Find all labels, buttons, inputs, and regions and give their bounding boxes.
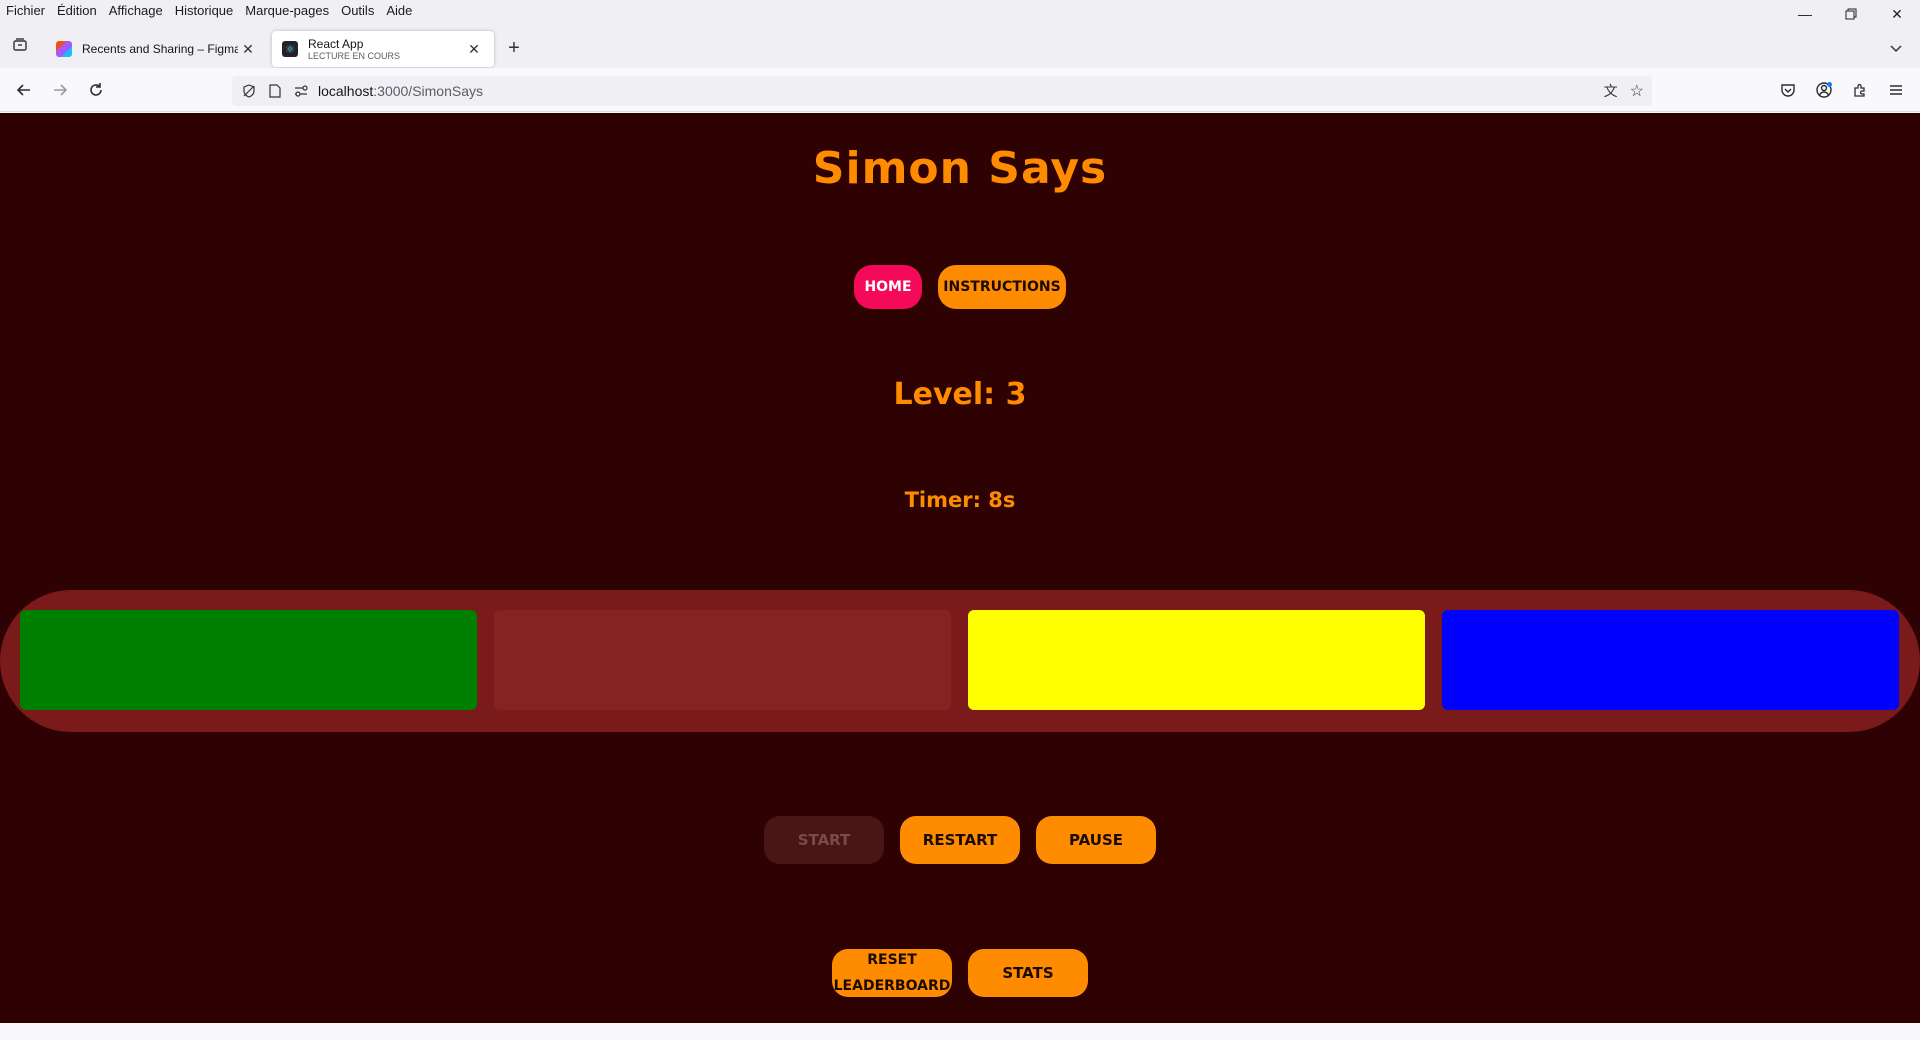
tab-figma[interactable]: Recents and Sharing – Figma ✕ (46, 31, 268, 67)
close-icon[interactable]: ✕ (238, 39, 258, 59)
menu-tools[interactable]: Outils (335, 1, 380, 21)
permissions-icon[interactable] (292, 82, 310, 100)
navigation-bar: localhost:3000/SimonSays 文 ☆ (0, 68, 1920, 112)
bookmark-star-icon[interactable]: ☆ (1630, 81, 1644, 101)
extensions-icon[interactable] (1848, 78, 1872, 102)
instructions-button[interactable]: INSTRUCTIONS (938, 265, 1066, 309)
tab-title: Recents and Sharing – Figma (82, 42, 238, 56)
menu-file[interactable]: Fichier (0, 1, 51, 21)
reset-leaderboard-button[interactable]: RESET LEADERBOARD (832, 949, 952, 997)
menu-help[interactable]: Aide (380, 1, 418, 21)
yellow-pad[interactable] (968, 610, 1425, 710)
forward-arrow-icon[interactable] (48, 78, 72, 102)
url-bar[interactable]: localhost:3000/SimonSays 文 ☆ (232, 76, 1652, 106)
tab-title: React App (308, 36, 364, 51)
menu-edit[interactable]: Édition (51, 1, 103, 21)
pause-button[interactable]: PAUSE (1036, 816, 1156, 864)
menu-bar: Fichier Édition Affichage Historique Mar… (0, 0, 1920, 22)
reload-icon[interactable] (84, 78, 108, 102)
level-display: Level: 3 (893, 377, 1027, 412)
tab-playing-label: LECTURE EN COURS (308, 50, 401, 61)
game-board (0, 590, 1920, 732)
react-icon: ⚛ (282, 41, 298, 57)
blue-pad[interactable] (1442, 610, 1899, 710)
tab-react-app[interactable]: ⚛ React App LECTURE EN COURS ✕ (272, 31, 494, 67)
translate-icon[interactable]: 文 (1604, 81, 1618, 101)
window-bottom-edge (0, 1023, 1920, 1040)
page-icon[interactable] (266, 82, 284, 100)
close-icon[interactable]: ✕ (464, 39, 484, 59)
tab-list-icon[interactable] (9, 34, 31, 56)
page-title: Simon Says (812, 143, 1108, 194)
tracking-protection-icon[interactable] (240, 82, 258, 100)
account-icon[interactable] (1812, 78, 1836, 102)
green-pad[interactable] (20, 610, 477, 710)
hamburger-menu-icon[interactable] (1884, 78, 1908, 102)
menu-bookmarks[interactable]: Marque-pages (239, 1, 335, 21)
new-tab-icon[interactable]: + (502, 36, 526, 60)
red-pad[interactable] (494, 610, 951, 710)
restart-button[interactable]: RESTART (900, 816, 1020, 864)
figma-icon (56, 41, 72, 57)
tab-bar: Recents and Sharing – Figma ✕ ⚛ React Ap… (0, 22, 1920, 68)
pocket-icon[interactable] (1776, 78, 1800, 102)
home-button[interactable]: HOME (854, 265, 922, 309)
timer-display: Timer: 8s (904, 488, 1016, 512)
simon-says-page: Simon Says HOME INSTRUCTIONS Level: 3 Ti… (0, 113, 1920, 1023)
back-arrow-icon[interactable] (12, 78, 36, 102)
menu-view[interactable]: Affichage (103, 1, 169, 21)
menu-history[interactable]: Historique (169, 1, 240, 21)
chevron-down-icon[interactable] (1884, 36, 1908, 60)
url-text: localhost:3000/SimonSays (318, 83, 483, 99)
stats-button[interactable]: STATS (968, 949, 1088, 997)
start-button[interactable]: START (764, 816, 884, 864)
